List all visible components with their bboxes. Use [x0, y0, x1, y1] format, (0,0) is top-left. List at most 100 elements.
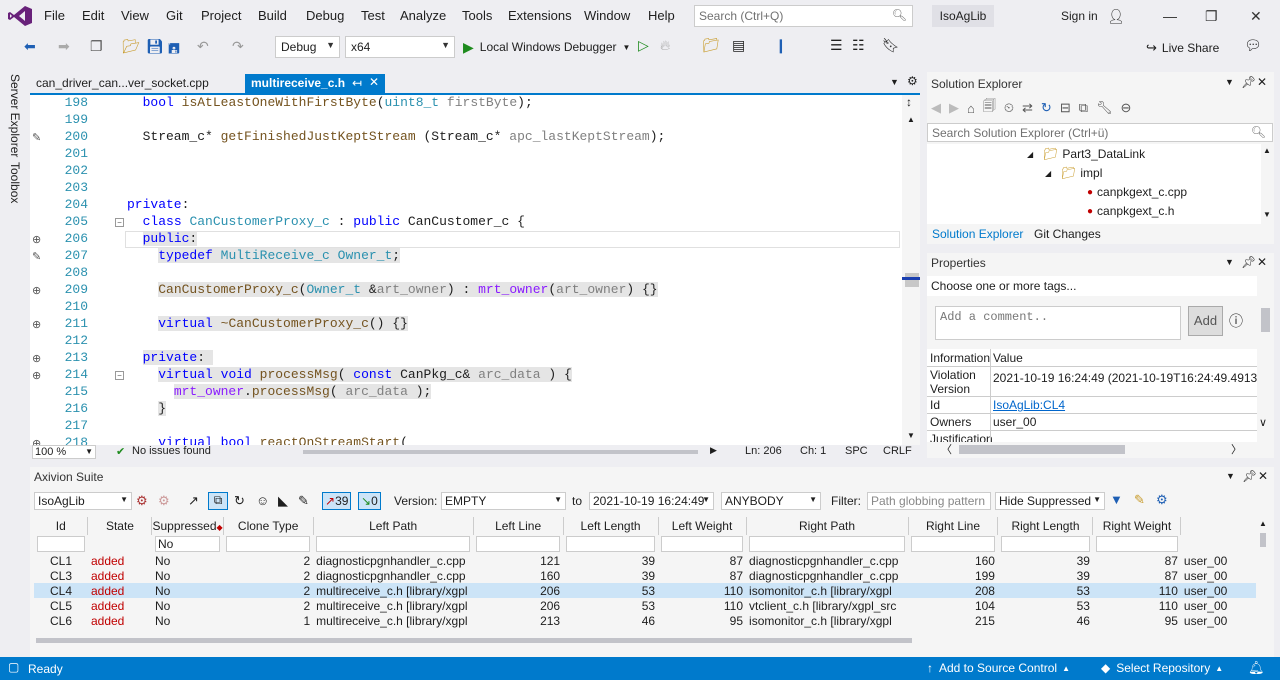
tree-item-cpp[interactable]: ● canpkgext_c.cpp: [1087, 185, 1187, 199]
style-icon[interactable]: ✎: [298, 493, 309, 509]
horizontal-scroll-thumb[interactable]: [303, 450, 698, 454]
menu-help[interactable]: Help: [648, 8, 675, 23]
undo-icon[interactable]: ↶: [197, 38, 209, 55]
column-header[interactable]: Right Length: [997, 517, 1094, 535]
code-line[interactable]: bool isAtLeastOneWithFirstByte(uint8_t f…: [127, 95, 533, 110]
back-icon[interactable]: ⬅︎: [24, 38, 36, 55]
gutter-marker-icon[interactable]: ✎: [32, 131, 41, 144]
scroll-up-icon[interactable]: ▲: [1263, 146, 1271, 155]
add-to-source-control-button[interactable]: ↑ Add to Source Control ▲: [927, 661, 1070, 675]
scroll-thumb[interactable]: [959, 445, 1125, 454]
filter-input[interactable]: [226, 536, 311, 552]
column-header[interactable]: Suppressed◆: [151, 517, 224, 535]
scroll-down-icon[interactable]: ▼: [907, 431, 915, 440]
add-comment-button[interactable]: Add: [1188, 306, 1223, 336]
column-header[interactable]: Id: [34, 517, 89, 535]
gutter-marker-icon[interactable]: ⊕: [32, 437, 41, 445]
sync-icon[interactable]: ⇄: [1022, 100, 1033, 116]
minimize-icon[interactable]: —: [1163, 8, 1177, 24]
show-all-files-icon[interactable]: ⧉: [1079, 100, 1088, 116]
project-select[interactable]: IsoAgLib ▼: [34, 492, 132, 510]
gutter-marker-icon[interactable]: ✎: [32, 250, 41, 263]
menu-window[interactable]: Window: [584, 8, 630, 23]
sign-in-link[interactable]: Sign in: [1061, 9, 1098, 23]
code-line[interactable]: private:: [127, 350, 213, 365]
table-row[interactable]: CL1 added No 2 diagnosticpgnhandler_c.cpp 121…: [34, 553, 1256, 568]
forward-icon[interactable]: ▶: [949, 100, 959, 116]
filter-input[interactable]: [911, 536, 995, 552]
pin-icon[interactable]: 📌︎: [1241, 75, 1256, 89]
scroll-right-icon[interactable]: ▶: [710, 445, 717, 456]
code-line[interactable]: virtual bool reactOnStreamStart(: [127, 435, 408, 445]
table-scrollbar[interactable]: ▲: [1256, 517, 1270, 642]
switch-views-icon[interactable]: 🗐︎: [983, 97, 996, 119]
issue-id-link[interactable]: IsoAgLib:CL4: [993, 398, 1065, 412]
back-icon[interactable]: ◀: [931, 100, 941, 116]
hot-reload-icon[interactable]: 🔥︎: [660, 37, 670, 54]
save-icon[interactable]: 💾︎: [146, 38, 164, 55]
tab-git-changes[interactable]: Git Changes: [1034, 227, 1101, 241]
column-header[interactable]: Right Path: [746, 517, 909, 535]
code-line[interactable]: private:: [127, 197, 189, 212]
column-header[interactable]: Left Line: [473, 517, 564, 535]
column-header[interactable]: Left Length: [563, 517, 659, 535]
filter-input[interactable]: [1000, 536, 1090, 552]
start-without-debugging-icon[interactable]: ▷: [638, 37, 649, 54]
menu-extensions[interactable]: Extensions: [508, 8, 572, 23]
dead-code-icon[interactable]: ☺: [256, 493, 269, 508]
scroll-thumb[interactable]: [905, 273, 919, 287]
code-line[interactable]: }: [127, 401, 167, 416]
code-line[interactable]: virtual ~CanCustomerProxy_c() {}: [127, 316, 408, 331]
window-layout-icon[interactable]: ▤: [732, 37, 745, 54]
properties-hscrollbar[interactable]: 〈 〉: [927, 442, 1257, 456]
column-header[interactable]: State: [87, 517, 153, 535]
user-select[interactable]: ANYBODY ▼: [721, 492, 821, 510]
gear-icon[interactable]: ⚙: [907, 74, 918, 88]
zoom-select[interactable]: 100 % ▼: [32, 445, 96, 459]
bookmark-icon[interactable]: 🔖︎: [882, 37, 900, 54]
tree-item-impl[interactable]: ◢ 📁︎ impl: [1045, 166, 1102, 180]
close-icon[interactable]: ✕: [1258, 469, 1268, 483]
chevron-down-icon[interactable]: ▼: [1225, 257, 1234, 267]
comment-input[interactable]: Add a comment..: [935, 306, 1181, 340]
scroll-up-icon[interactable]: ▲: [1259, 519, 1267, 528]
platform-select[interactable]: x64 ▼: [345, 36, 455, 58]
bug-icon[interactable]: ⚙: [136, 493, 148, 509]
code-line[interactable]: mrt_owner.processMsg( arc_data );: [127, 384, 432, 399]
pin-icon[interactable]: 📌︎: [1242, 469, 1257, 483]
tree-item-h[interactable]: ● canpkgext_c.h: [1087, 204, 1174, 218]
column-header[interactable]: Right Weight: [1092, 517, 1182, 535]
filter-input[interactable]: [37, 536, 85, 552]
pin-icon[interactable]: ↤: [352, 76, 362, 90]
visual-studio-logo-icon[interactable]: [8, 6, 32, 26]
restore-icon[interactable]: ❐: [1205, 8, 1218, 25]
tree-scrollbar[interactable]: ▲ ▼: [1261, 144, 1273, 224]
chevron-down-icon[interactable]: ▼: [1225, 77, 1234, 87]
suppressed-filter-input[interactable]: No: [154, 536, 221, 552]
menu-project[interactable]: Project: [201, 8, 241, 23]
open-folder-icon[interactable]: 📂︎: [122, 38, 140, 55]
pending-changes-icon[interactable]: ⏲: [1004, 100, 1014, 116]
forward-icon[interactable]: ➡︎: [58, 38, 70, 55]
metrics-icon[interactable]: ◣: [278, 493, 288, 509]
menu-file[interactable]: File: [44, 8, 65, 23]
issues-status[interactable]: No issues found: [132, 445, 211, 457]
code-line[interactable]: typedef MultiReceive_c Owner_t;: [127, 248, 401, 263]
scroll-thumb[interactable]: [36, 638, 912, 643]
filter-input[interactable]: [476, 536, 561, 552]
menu-edit[interactable]: Edit: [82, 8, 104, 23]
gutter-marker-icon[interactable]: ⊕: [32, 284, 41, 297]
column-header[interactable]: Right Line: [908, 517, 999, 535]
start-debugging-button[interactable]: ▶ Local Windows Debugger ▼: [463, 38, 630, 56]
scroll-thumb[interactable]: [1261, 308, 1270, 332]
filter-input[interactable]: [661, 536, 744, 552]
added-issues-toggle[interactable]: ↗ 39: [322, 492, 352, 510]
code-line[interactable]: CanCustomerProxy_c(Owner_t &art_owner) :…: [127, 282, 658, 297]
close-icon[interactable]: ✕: [1257, 255, 1267, 269]
filter-input[interactable]: [1095, 536, 1178, 552]
live-share-button[interactable]: ↪ Live Share: [1146, 40, 1219, 56]
tab-can-driver[interactable]: can_driver_can...ver_socket.cpp: [30, 74, 243, 93]
chevron-down-icon[interactable]: ▼: [890, 77, 899, 87]
new-project-icon[interactable]: ❐: [90, 38, 103, 55]
tags-select[interactable]: Choose one or more tags...: [927, 276, 1257, 296]
